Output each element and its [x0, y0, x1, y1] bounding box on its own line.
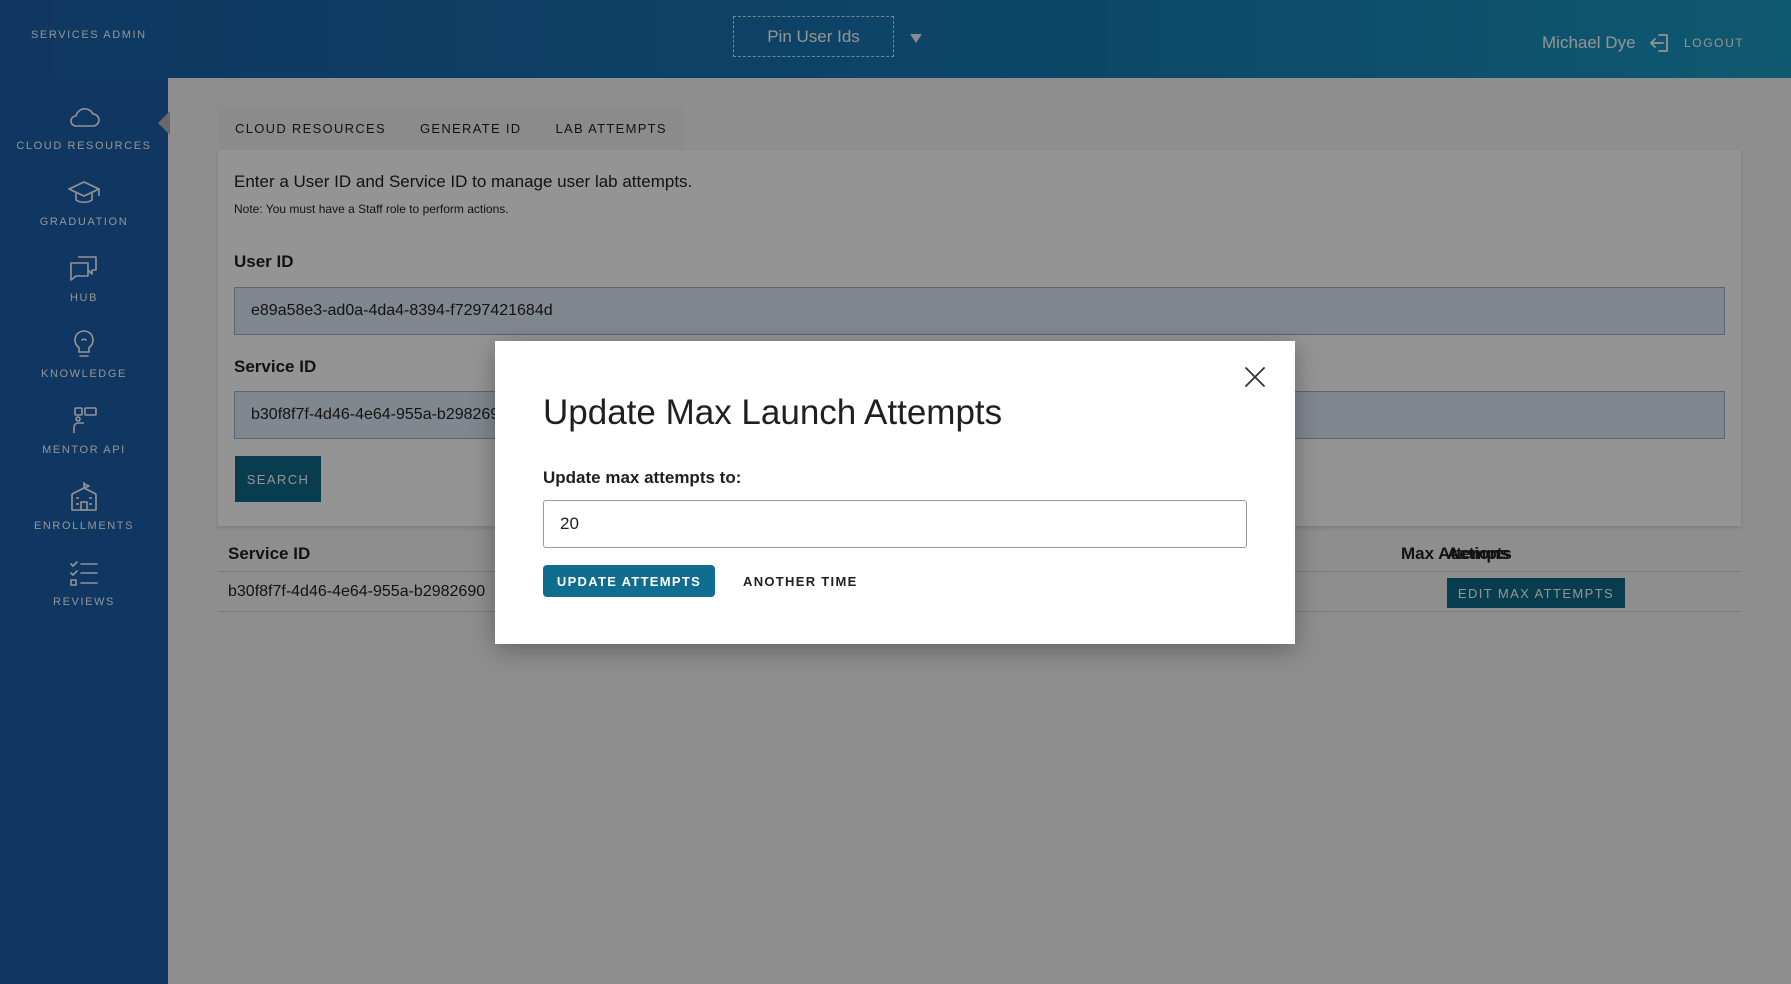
max-attempts-input[interactable] — [543, 500, 1247, 548]
another-time-button[interactable]: ANOTHER TIME — [743, 565, 858, 597]
max-attempts-label: Update max attempts to: — [543, 468, 742, 487]
update-max-attempts-modal: Update Max Launch Attempts Update max at… — [495, 341, 1295, 644]
modal-title: Update Max Launch Attempts — [543, 393, 1003, 432]
update-attempts-button[interactable]: UPDATE ATTEMPTS — [543, 565, 715, 597]
close-icon[interactable] — [1244, 366, 1266, 388]
